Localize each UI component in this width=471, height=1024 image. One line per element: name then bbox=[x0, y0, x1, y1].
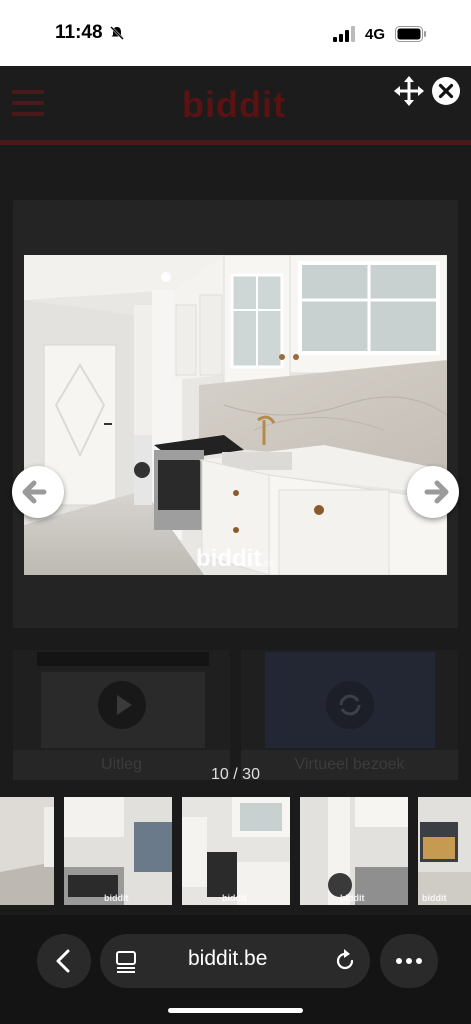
photo-counter: 10 / 30 bbox=[211, 766, 260, 783]
browser-back-button[interactable] bbox=[37, 934, 91, 988]
thumbnail-strip: biddit biddit biddit biddit bbox=[0, 797, 471, 905]
battery-icon bbox=[395, 26, 426, 42]
thumbnail-active[interactable]: biddit bbox=[182, 797, 290, 905]
chevron-left-icon bbox=[56, 949, 70, 973]
reload-icon[interactable] bbox=[332, 948, 358, 974]
kitchen-photo bbox=[24, 255, 447, 575]
main-photo[interactable] bbox=[24, 255, 447, 575]
rotate-360-icon bbox=[326, 681, 374, 729]
thumbnail[interactable] bbox=[0, 797, 54, 905]
browser-more-button[interactable] bbox=[380, 934, 438, 988]
arrow-right-icon bbox=[424, 480, 449, 504]
thumbnail[interactable]: biddit bbox=[418, 797, 471, 905]
next-photo-button[interactable] bbox=[407, 466, 459, 518]
status-time: 11:48 bbox=[55, 22, 103, 43]
site-logo: biddit bbox=[182, 84, 286, 125]
previous-photo-button[interactable] bbox=[12, 466, 64, 518]
home-indicator bbox=[168, 1008, 303, 1013]
network-label: 4G bbox=[365, 26, 386, 43]
thumbnail[interactable]: biddit bbox=[300, 797, 408, 905]
menu-icon bbox=[12, 88, 44, 118]
thumbnail[interactable]: biddit bbox=[64, 797, 172, 905]
play-icon bbox=[98, 681, 146, 729]
arrow-left-icon bbox=[22, 480, 47, 504]
header-divider bbox=[0, 140, 471, 145]
virtual-tour-tile[interactable]: Virtueel bezoek bbox=[241, 650, 458, 780]
close-button[interactable] bbox=[432, 77, 460, 105]
close-icon bbox=[438, 83, 454, 99]
page-menu-icon bbox=[116, 951, 136, 973]
move-icon[interactable] bbox=[394, 76, 424, 106]
url-text[interactable]: biddit.be bbox=[188, 947, 267, 971]
photo-watermark: biddit.be bbox=[196, 545, 274, 572]
signal-icon bbox=[333, 26, 355, 42]
more-icon bbox=[396, 958, 422, 964]
explanation-video-tile[interactable]: Uitleg bbox=[13, 650, 230, 780]
silent-bell-icon bbox=[110, 26, 124, 40]
